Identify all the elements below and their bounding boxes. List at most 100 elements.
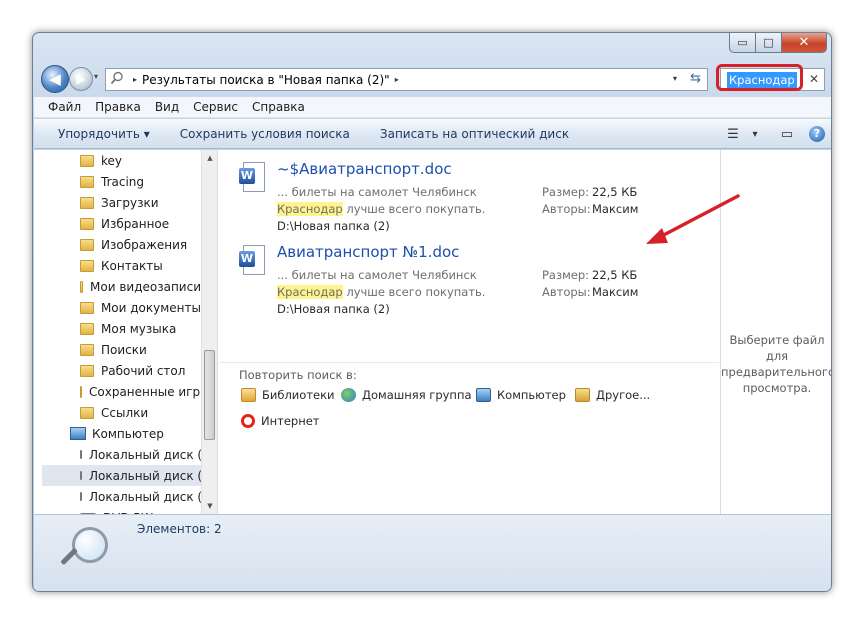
search-results: W ~$Авиатранспорт.doc ... билеты на само… bbox=[219, 150, 719, 514]
tree-item[interactable]: Загрузки bbox=[34, 192, 201, 213]
back-button[interactable]: ◀ bbox=[41, 65, 69, 93]
nav-scrollbar[interactable]: ▲ ▼ bbox=[201, 150, 217, 514]
command-bar: Упорядочить ▾ Сохранить условия поиска З… bbox=[34, 119, 831, 149]
caption-buttons: ▭ □ ✕ bbox=[729, 33, 827, 53]
tree-item-label: Tracing bbox=[101, 174, 145, 189]
folder-icon bbox=[80, 280, 84, 293]
custom-folder-icon bbox=[575, 388, 590, 402]
folder-icon bbox=[80, 238, 94, 251]
drive-icon bbox=[80, 492, 82, 501]
burn-disc-button[interactable]: Записать на оптический диск bbox=[380, 127, 569, 141]
scroll-up-icon[interactable]: ▲ bbox=[202, 150, 217, 166]
tree-item-label: Ссылки bbox=[101, 405, 149, 420]
details-pane: Элементов: 2 bbox=[34, 514, 831, 591]
folder-icon bbox=[80, 343, 94, 356]
tree-item[interactable]: Рабочий стол bbox=[34, 360, 201, 381]
repeat-search-label: Повторить поиск в: bbox=[239, 368, 357, 382]
minimize-button[interactable]: ▭ bbox=[729, 33, 756, 53]
result-item[interactable]: W ~$Авиатранспорт.doc ... билеты на само… bbox=[239, 160, 699, 233]
tree-item[interactable]: Контакты bbox=[34, 255, 201, 276]
folder-icon bbox=[80, 322, 94, 335]
view-options-icon[interactable]: ☰ bbox=[718, 127, 748, 142]
tree-item[interactable]: Локальный диск (C:) bbox=[34, 444, 217, 465]
tree-item[interactable]: Компьютер bbox=[34, 423, 201, 444]
search-internet-link[interactable]: Интернет bbox=[241, 414, 320, 428]
tree-item-label: Локальный диск (E:) bbox=[89, 489, 218, 504]
search-other-link[interactable]: Другое... bbox=[575, 388, 650, 402]
tree-item-label: Загрузки bbox=[101, 195, 159, 210]
menu-edit[interactable]: Правка bbox=[95, 100, 141, 114]
word-document-icon: W bbox=[239, 245, 267, 277]
recent-pages-dropdown[interactable]: ▾ bbox=[94, 72, 98, 81]
tree-item[interactable]: Ссылки bbox=[34, 402, 201, 423]
word-document-icon: W bbox=[239, 162, 267, 194]
help-button[interactable]: ? bbox=[802, 126, 831, 142]
clear-search-icon[interactable]: ✕ bbox=[809, 72, 819, 86]
menu-file[interactable]: Файл bbox=[48, 100, 81, 114]
result-title[interactable]: ~$Авиатранспорт.doc bbox=[277, 160, 452, 178]
search-highlight: Краснодар bbox=[277, 202, 343, 216]
result-path: D:\Новая папка (2) bbox=[277, 219, 390, 233]
tree-item[interactable]: Сохраненные игры bbox=[34, 381, 210, 402]
tree-item-label: key bbox=[101, 153, 123, 168]
breadcrumb-search-results[interactable]: Результаты поиска в "Новая папка (2)" bbox=[142, 73, 390, 87]
menu-bar: Файл Правка Вид Сервис Справка bbox=[34, 97, 831, 118]
tree-item-label: Мои видеозаписи bbox=[90, 279, 201, 294]
result-item[interactable]: W Авиатранспорт №1.doc ... билеты на сам… bbox=[239, 243, 699, 316]
tree-item[interactable]: DVD RW bbox=[34, 507, 201, 514]
tree-item[interactable]: key bbox=[34, 150, 201, 171]
tree-item[interactable]: Tracing bbox=[34, 171, 201, 192]
menu-tools[interactable]: Сервис bbox=[193, 100, 238, 114]
tree-item-label: Локальный диск (C:) bbox=[89, 447, 218, 462]
scroll-down-icon[interactable]: ▼ bbox=[202, 498, 217, 514]
tree-item[interactable]: Изображения bbox=[34, 234, 201, 255]
maximize-button[interactable]: □ bbox=[756, 33, 782, 53]
results-divider bbox=[219, 362, 719, 363]
search-highlight: Краснодар bbox=[277, 285, 343, 299]
folder-icon bbox=[80, 301, 94, 314]
menu-view[interactable]: Вид bbox=[155, 100, 179, 114]
tree-item[interactable]: Локальный диск (E:) bbox=[34, 486, 217, 507]
tree-item-label: Сохраненные игры bbox=[89, 384, 210, 399]
tree-item[interactable]: Локальный диск (D:) bbox=[42, 465, 217, 486]
folder-icon bbox=[80, 259, 94, 272]
search-icon bbox=[106, 71, 128, 89]
result-meta: Размер: 22,5 КБ Авторы:Максим bbox=[542, 185, 639, 216]
forward-button[interactable]: ▶ bbox=[69, 67, 93, 91]
tree-item[interactable]: Мои видеозаписи bbox=[34, 276, 201, 297]
back-arrow-icon: ◀ bbox=[49, 70, 61, 88]
breadcrumb-separator-icon[interactable]: ▸ bbox=[395, 75, 399, 84]
homegroup-icon bbox=[341, 388, 356, 402]
folder-icon bbox=[80, 385, 82, 398]
navigation-pane: key Tracing Загрузки Избранное Изображения Ко… bbox=[34, 150, 218, 514]
folder-icon bbox=[80, 175, 94, 188]
navigation-bar: ◀ ▶ ▾ ▸ Результаты поиска в "Новая папка… bbox=[41, 63, 825, 95]
view-dropdown-icon[interactable]: ▾ bbox=[748, 129, 762, 140]
close-button[interactable]: ✕ bbox=[782, 33, 827, 53]
refresh-icon[interactable]: ⇆ bbox=[690, 71, 701, 86]
save-search-button[interactable]: Сохранить условия поиска bbox=[180, 127, 350, 141]
result-title[interactable]: Авиатранспорт №1.doc bbox=[277, 243, 459, 261]
menu-help[interactable]: Справка bbox=[252, 100, 305, 114]
address-history-dropdown[interactable]: ▾ bbox=[673, 74, 677, 83]
computer-icon bbox=[476, 388, 491, 402]
folder-icon bbox=[80, 217, 94, 230]
tree-item[interactable]: Поиски bbox=[34, 339, 201, 360]
search-computer-link[interactable]: Компьютер bbox=[476, 388, 566, 402]
address-bar[interactable]: ▸ Результаты поиска в "Новая папка (2)" … bbox=[105, 68, 708, 91]
toolbar-right: ☰ ▾ ▭ ? bbox=[718, 119, 831, 149]
tree-item[interactable]: Мои документы bbox=[34, 297, 201, 318]
result-path: D:\Новая папка (2) bbox=[277, 302, 390, 316]
scroll-thumb[interactable] bbox=[204, 350, 215, 440]
help-icon: ? bbox=[809, 126, 825, 142]
search-libraries-link[interactable]: Библиотеки bbox=[241, 388, 335, 402]
preview-pane-icon[interactable]: ▭ bbox=[772, 127, 802, 142]
organize-button[interactable]: Упорядочить ▾ bbox=[58, 127, 150, 141]
search-homegroup-link[interactable]: Домашняя группа bbox=[341, 388, 472, 402]
tree-item-label: Мои документы bbox=[100, 300, 201, 315]
tree-item-label: Избранное bbox=[101, 216, 170, 231]
tree-item[interactable]: Моя музыка bbox=[34, 318, 201, 339]
search-highlight-annotation bbox=[716, 64, 803, 91]
breadcrumb-separator-icon[interactable]: ▸ bbox=[133, 75, 137, 84]
tree-item[interactable]: Избранное bbox=[34, 213, 201, 234]
